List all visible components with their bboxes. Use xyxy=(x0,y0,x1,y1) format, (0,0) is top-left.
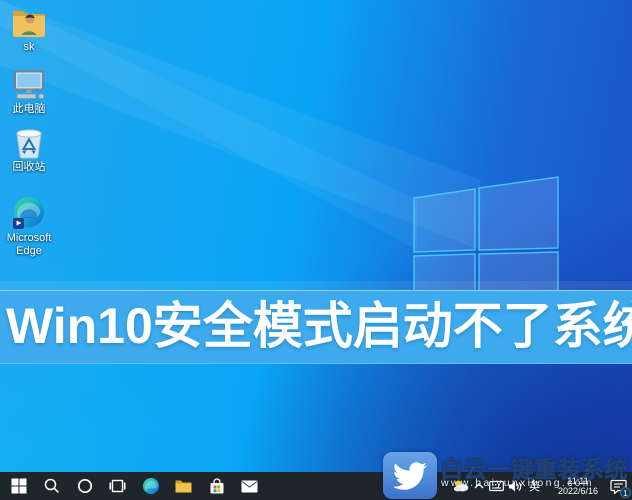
notification-badge: 1 xyxy=(620,487,631,498)
desktop-icon-this-pc[interactable]: 此电脑 xyxy=(0,70,58,116)
windows-logo-icon xyxy=(11,478,26,494)
headline-text: Win10安全模式启动不了系统 xyxy=(6,298,632,354)
edge-icon xyxy=(13,197,44,229)
clock-date: 2022/6/16 xyxy=(557,486,599,496)
task-view-icon xyxy=(109,479,126,493)
circle-icon xyxy=(77,478,92,494)
chevron-up-icon xyxy=(474,483,484,489)
volume-button[interactable] xyxy=(508,472,523,500)
search-button[interactable] xyxy=(35,472,68,500)
recycle-bin-icon xyxy=(16,129,42,159)
cortana-button[interactable] xyxy=(68,472,101,500)
store-button[interactable] xyxy=(200,472,233,500)
edge-taskbar-button[interactable] xyxy=(134,472,167,500)
desktop-icon-edge[interactable]: Microsoft Edge xyxy=(0,196,58,258)
watermark-logo xyxy=(383,452,437,499)
envelope-icon xyxy=(241,480,258,492)
mail-button[interactable] xyxy=(233,472,266,500)
clock-time: 11:11 xyxy=(567,476,589,486)
twitter-bird-icon xyxy=(393,461,427,490)
show-hidden-icons-button[interactable] xyxy=(473,472,485,500)
taskbar-clock[interactable]: 11:11 2022/6/16 xyxy=(554,476,602,496)
user-folder-icon xyxy=(13,11,45,37)
weather-icon xyxy=(453,480,469,492)
edge-icon xyxy=(142,478,159,494)
desktop-icon-label: Microsoft Edge xyxy=(6,232,52,257)
file-explorer-button[interactable] xyxy=(167,472,200,500)
desktop-icon-label: 此电脑 xyxy=(12,103,46,115)
task-view-button[interactable] xyxy=(101,472,134,500)
desktop-icon-label: sk xyxy=(23,41,35,53)
store-bag-icon xyxy=(210,477,223,493)
touch-keyboard-icon xyxy=(489,480,504,492)
desktop-icon-label: 回收站 xyxy=(12,161,46,173)
this-pc-icon xyxy=(14,70,45,99)
magnifier-icon xyxy=(44,478,59,494)
desktop-icon-user-folder[interactable]: sk xyxy=(0,6,58,54)
folder-icon xyxy=(175,480,192,492)
touch-keyboard-button[interactable] xyxy=(489,472,504,500)
speaker-icon xyxy=(509,481,522,491)
system-tray: 英 11:11 2022/6/16 1 xyxy=(453,472,631,500)
language-indicator[interactable]: 英 xyxy=(527,472,542,500)
action-center-button[interactable]: 1 xyxy=(606,472,631,500)
headline-banner: Win10安全模式启动不了系统 xyxy=(0,290,632,364)
desktop-icon-recycle-bin[interactable]: 回收站 xyxy=(0,127,58,174)
desktop: sk 此电脑 回收站 Microsoft Edge Win10安全模式启动不了系… xyxy=(0,0,632,500)
start-button[interactable] xyxy=(2,472,35,500)
weather-tray-button[interactable] xyxy=(453,472,469,500)
